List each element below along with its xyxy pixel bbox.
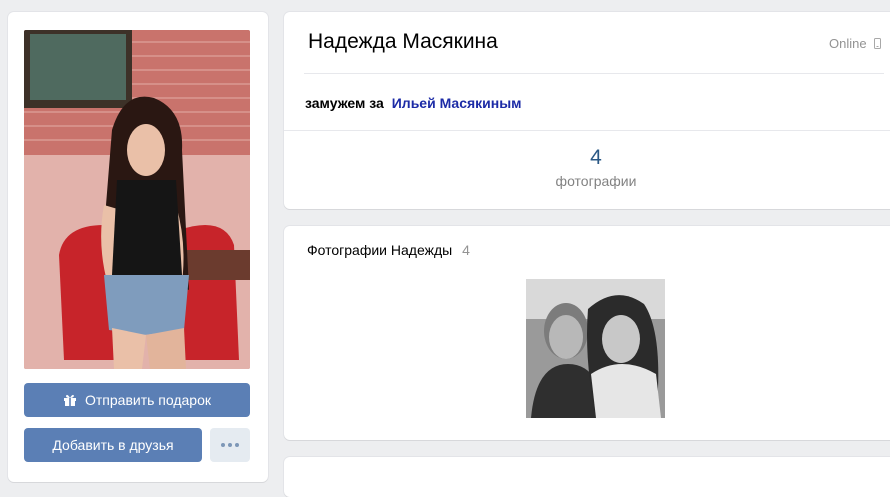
- photo-image: [526, 279, 665, 418]
- more-actions-button[interactable]: [210, 428, 250, 462]
- mobile-phone-icon: [873, 38, 881, 49]
- send-gift-button[interactable]: Отправить подарок: [24, 383, 250, 417]
- header-divider: [304, 73, 884, 74]
- add-friend-label: Добавить в друзья: [52, 437, 174, 453]
- profile-avatar[interactable]: [24, 30, 250, 369]
- next-block: [284, 457, 890, 497]
- more-dots-icon: [221, 443, 239, 447]
- photos-count-label: фотографии: [555, 173, 637, 189]
- relationship-status: замужем за Ильей Масякиным: [305, 95, 522, 111]
- photos-block-count: 4: [462, 242, 470, 258]
- photos-count: 4: [590, 146, 602, 169]
- online-status: Online: [829, 36, 881, 51]
- profile-sidebar: Отправить подарок Добавить в друзья: [8, 12, 268, 482]
- send-gift-label: Отправить подарок: [84, 392, 212, 408]
- relationship-prefix: замужем за: [305, 95, 384, 111]
- counters-divider: [284, 130, 890, 131]
- partner-link[interactable]: Ильей Масякиным: [392, 95, 522, 111]
- profile-header: Надежда Масякина Online замужем за Ильей…: [284, 12, 890, 209]
- photos-block: Фотографии Надежды 4: [284, 226, 890, 440]
- photos-counter[interactable]: 4 фотографии: [522, 146, 670, 189]
- photos-block-title: Фотографии Надежды: [307, 242, 453, 258]
- gift-icon: [63, 393, 77, 407]
- avatar-photo: [24, 30, 250, 369]
- online-status-text: Online: [829, 36, 867, 51]
- profile-name: Надежда Масякина: [308, 30, 498, 53]
- photo-thumbnail[interactable]: [526, 279, 665, 418]
- photos-block-header[interactable]: Фотографии Надежды 4: [307, 242, 470, 258]
- add-friend-button[interactable]: Добавить в друзья: [24, 428, 202, 462]
